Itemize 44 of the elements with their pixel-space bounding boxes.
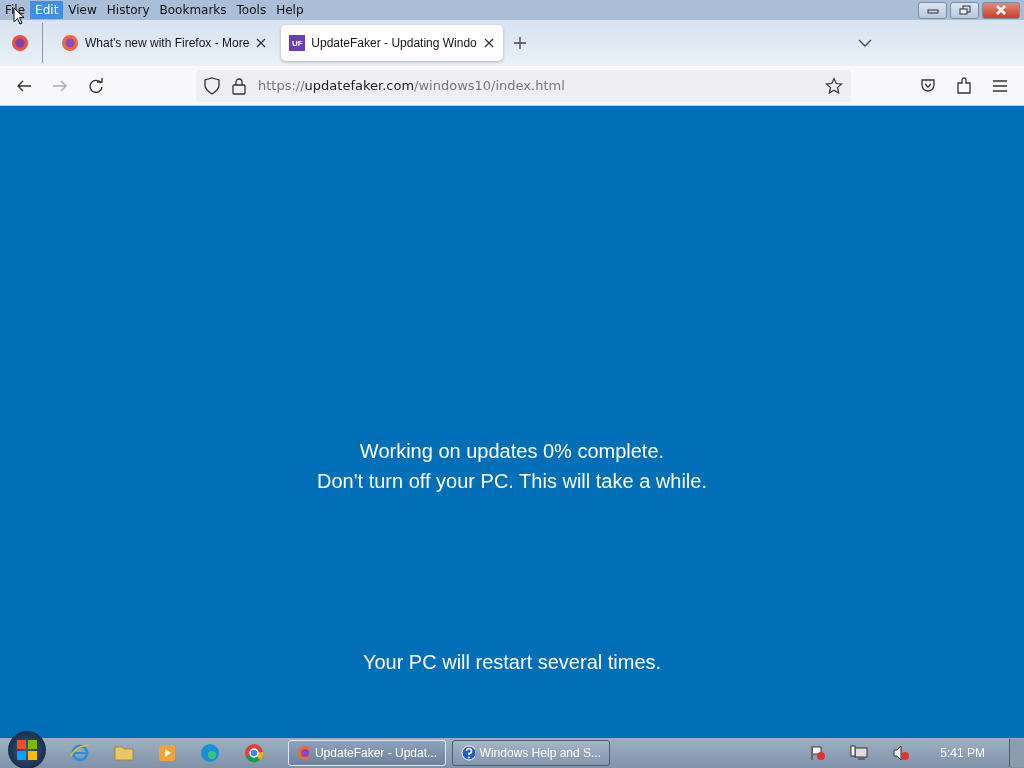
- lock-icon[interactable]: [232, 76, 246, 95]
- menu-item[interactable]: Bookmarks: [154, 1, 232, 19]
- menu-item[interactable]: Tools: [231, 1, 272, 19]
- firefox-view-icon[interactable]: [11, 34, 29, 52]
- restore-button[interactable]: [950, 1, 979, 19]
- menu-item[interactable]: Help: [271, 1, 309, 19]
- puzzle-icon[interactable]: [956, 76, 972, 95]
- update-message: Working on updates 0% complete.: [358, 439, 666, 464]
- menu-item[interactable]: History: [101, 1, 155, 19]
- reload-icon[interactable]: [88, 77, 104, 94]
- restore-icon: [958, 5, 971, 15]
- close-icon[interactable]: [482, 37, 495, 49]
- chrome-icon[interactable]: [244, 743, 264, 763]
- shield-icon[interactable]: [204, 76, 220, 95]
- network-icon[interactable]: [850, 745, 869, 761]
- media-player-icon[interactable]: [158, 744, 176, 762]
- menu-item[interactable]: View: [63, 1, 102, 19]
- flag-icon[interactable]: [810, 745, 827, 761]
- url-text: https://updatefaker.com/windows10/index.html: [258, 78, 565, 93]
- windows-logo-icon: [16, 739, 38, 761]
- close-button[interactable]: [982, 1, 1020, 19]
- pocket-icon[interactable]: [920, 77, 936, 94]
- tab-title: UpdateFaker - Updating Windo: [311, 36, 477, 50]
- browser-tab[interactable]: What's new with Firefox - More: [53, 25, 276, 61]
- firefox-icon: [61, 34, 79, 52]
- tab-title: What's new with Firefox - More: [85, 36, 250, 50]
- volume-icon[interactable]: [892, 745, 911, 761]
- update-message: Don't turn off your PC. This will take a while.: [317, 469, 707, 494]
- star-icon[interactable]: [825, 76, 843, 95]
- restart-notice: Your PC will restart several times.: [362, 650, 662, 675]
- firefox-icon: [297, 745, 310, 761]
- menu-icon[interactable]: [992, 78, 1008, 93]
- address-bar[interactable]: https://updatefaker.com/windows10/index.html: [196, 69, 851, 102]
- browser-tab[interactable]: UF UpdateFaker - Updating Windo: [281, 25, 503, 61]
- site-icon: UF: [289, 35, 306, 51]
- chevron-icon[interactable]: [858, 38, 872, 48]
- close-icon[interactable]: [255, 37, 268, 49]
- close-icon: [995, 5, 1007, 15]
- start-button[interactable]: [8, 731, 46, 768]
- minimize-button[interactable]: [918, 1, 947, 19]
- show-desktop-button[interactable]: [1009, 739, 1024, 767]
- help-icon: [461, 745, 475, 761]
- new-tab-icon[interactable]: [512, 36, 527, 50]
- minimize-icon: [926, 6, 939, 14]
